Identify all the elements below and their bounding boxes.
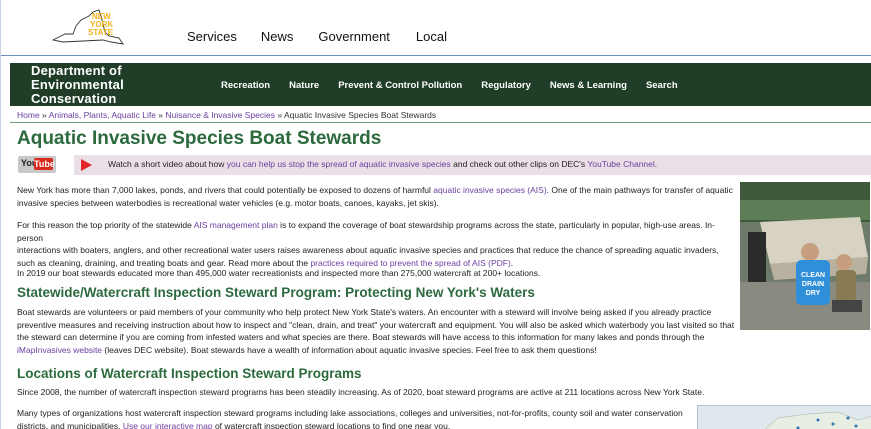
decnav-prevent-control-pollution[interactable]: Prevent & Control Pollution: [338, 80, 462, 91]
video-text: Watch a short video about how you can he…: [108, 159, 657, 169]
section-heading-locations: Locations of Watercraft Inspection Stewa…: [17, 366, 362, 381]
p5-text: Since 2008, the number of watercraft ins…: [17, 387, 705, 397]
dept-line-1: Department of: [31, 63, 122, 78]
p3-text: In 2019 our boat stewards educated more …: [17, 268, 541, 278]
video-text-pre: Watch a short video about how: [108, 159, 227, 169]
breadcrumb: Home » Animals, Plants, Aquatic Life » N…: [17, 110, 436, 120]
practices-pdf-link[interactable]: practices required to prevent the spread…: [310, 258, 510, 268]
breadcrumb-home[interactable]: Home: [17, 110, 40, 120]
video-text-mid: and check out other clips on DEC's: [450, 159, 588, 169]
p4-text-c: the steward can determine if you are com…: [17, 332, 705, 342]
steward-paragraph: Boat stewards are volunteers or paid mem…: [17, 306, 739, 356]
play-icon[interactable]: [81, 159, 92, 171]
steward-locations-map-thumbnail[interactable]: [697, 405, 871, 429]
p6-text-a: Many types of organizations host watercr…: [17, 408, 683, 418]
p6-text-b: districts, and municipalities.: [17, 420, 123, 429]
organizations-paragraph: Many types of organizations host watercr…: [17, 407, 697, 429]
stats-paragraph: In 2019 our boat stewards educated more …: [17, 267, 739, 280]
p1-text-c: invasive species between waterbodies is …: [17, 197, 439, 208]
intro-paragraph: New York has more than 7,000 lakes, pond…: [17, 184, 735, 209]
p4-text-d: (leaves DEC website). Boat stewards have…: [102, 344, 597, 355]
p2-text-d: such as cleaning, draining, and treating…: [17, 257, 311, 268]
video-message: Watch a short video about how you can he…: [74, 155, 871, 175]
p4-text-b: preventive measures and receiving instru…: [17, 319, 735, 330]
section-heading-steward-program: Statewide/Watercraft Inspection Steward …: [17, 285, 535, 300]
main-content: Aquatic Invasive Species Boat Stewards Y…: [17, 128, 871, 429]
breadcrumb-animals[interactable]: Animals, Plants, Aquatic Life: [49, 110, 156, 120]
youtube-logo-tube: Tube: [34, 158, 55, 170]
youtube-logo-icon[interactable]: You Tube: [18, 156, 56, 173]
video-banner: You Tube Watch a short video about how y…: [17, 155, 871, 175]
topnav-local[interactable]: Local: [416, 29, 447, 44]
video-link-stop-spread[interactable]: you can help us stop the spread of aquat…: [227, 159, 451, 169]
breadcrumb-sep: »: [39, 110, 49, 120]
breadcrumb-current: Aquatic Invasive Species Boat Stewards: [284, 110, 437, 120]
youtube-channel-link[interactable]: YouTube Channel: [587, 159, 654, 169]
logo-text-state: STATE: [88, 28, 114, 37]
page-title: Aquatic Invasive Species Boat Stewards: [17, 128, 382, 149]
decnav-news-learning[interactable]: News & Learning: [550, 80, 627, 91]
decnav-nature[interactable]: Nature: [289, 80, 319, 91]
photo-sign-clean: CLEAN: [801, 272, 825, 279]
photo-sign-drain: DRAIN: [802, 281, 824, 288]
breadcrumb-divider: [10, 122, 871, 123]
dec-nav: Recreation Nature Prevent & Control Poll…: [221, 80, 697, 91]
breadcrumb-sep: »: [155, 110, 166, 120]
decnav-recreation[interactable]: Recreation: [221, 80, 270, 91]
topnav-government[interactable]: Government: [318, 29, 390, 44]
breadcrumb-nuisance[interactable]: Nuisance & Invasive Species: [165, 110, 275, 120]
video-text-post: .: [654, 159, 658, 169]
topnav-services[interactable]: Services: [187, 29, 237, 44]
nys-top-bar: NEW YORK STATE Services News Government …: [1, 0, 871, 56]
priority-paragraph: For this reason the top priority of the …: [17, 219, 739, 269]
decnav-regulatory[interactable]: Regulatory: [481, 80, 531, 91]
ais-link[interactable]: aquatic invasive species (AIS): [433, 185, 546, 195]
p2-text-a: For this reason the top priority of the …: [17, 220, 194, 230]
locations-paragraph: Since 2008, the number of watercraft ins…: [17, 386, 739, 399]
dec-logo-text[interactable]: Department of Environmental Conservation: [31, 64, 124, 106]
interactive-map-link[interactable]: Use our interactive map: [123, 421, 213, 429]
dept-line-2: Environmental: [31, 77, 124, 92]
p2-text-c: interactions with boaters, anglers, and …: [17, 245, 719, 255]
p2-text-e: .: [510, 257, 514, 268]
boat-steward-photo: CLEAN DRAIN DRY: [740, 182, 870, 330]
nys-logo[interactable]: NEW YORK STATE: [43, 8, 128, 48]
p4-text-a: Boat stewards are volunteers or paid mem…: [17, 307, 712, 317]
p1-text-b: . One of the main pathways for transfer …: [546, 185, 733, 195]
dec-header: Department of Environmental Conservation…: [10, 63, 871, 106]
dept-line-3: Conservation: [31, 91, 117, 106]
photo-sign-dry: DRY: [806, 290, 821, 297]
breadcrumb-sep: »: [275, 110, 284, 120]
imapinvasives-link[interactable]: iMapInvasives website: [17, 345, 102, 355]
top-nav: Services News Government Local: [187, 29, 473, 44]
topnav-news[interactable]: News: [261, 29, 294, 44]
ais-management-plan-link[interactable]: AIS management plan: [194, 220, 278, 230]
decnav-search[interactable]: Search: [646, 80, 678, 91]
p1-text-a: New York has more than 7,000 lakes, pond…: [17, 185, 434, 195]
p6-text-c: of watercraft inspection steward locatio…: [212, 420, 451, 429]
page: NEW YORK STATE Services News Government …: [0, 0, 871, 429]
